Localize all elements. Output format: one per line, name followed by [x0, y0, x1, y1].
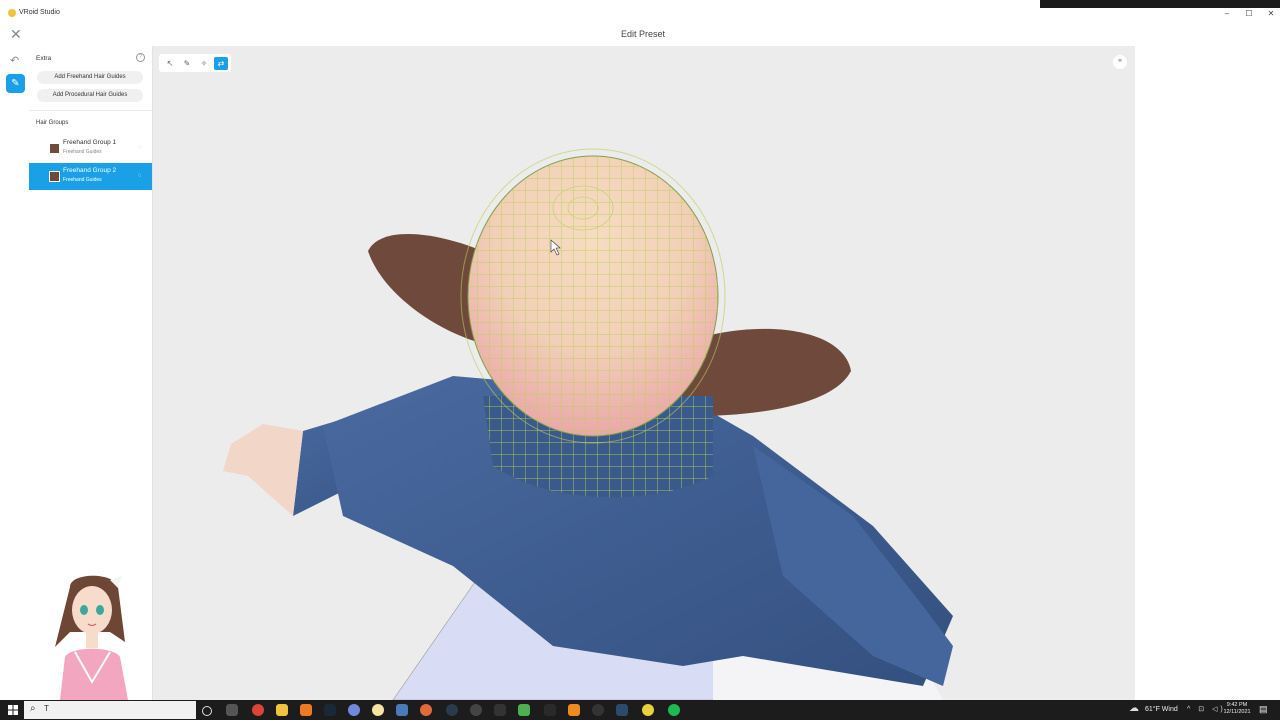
hair-guide-tool-icon[interactable]: ⇄ [214, 57, 228, 70]
weather-icon[interactable]: ☁ [1129, 703, 1139, 714]
help-icon[interactable]: ? [136, 53, 145, 62]
hair-group-name: Freehand Group 1 [63, 139, 117, 146]
app-title: VRoid Studio [19, 9, 60, 16]
hair-groups-label: Hair Groups [36, 120, 69, 126]
clock-date: 12/11/2021 [1223, 709, 1251, 715]
app-icon[interactable] [396, 704, 408, 716]
right-blank-area [1136, 46, 1280, 700]
cortana-icon[interactable] [202, 706, 212, 716]
hair-guide-mode-icon[interactable]: ✎ [6, 74, 25, 93]
search-input[interactable]: T [44, 704, 49, 713]
spotify-icon[interactable] [668, 704, 680, 716]
title-bar-overlay [1040, 0, 1280, 8]
view-toggle-icon[interactable]: ⚭ [1113, 55, 1127, 69]
page-title: Edit Preset [620, 29, 666, 39]
hair-group-item-selected[interactable]: Freehand Group 2 Freehand Guides ◌ [29, 163, 152, 190]
minimize-button[interactable]: – [1220, 9, 1234, 18]
hair-group-name: Freehand Group 2 [63, 167, 117, 174]
task-view-icon[interactable] [226, 704, 238, 716]
undo-icon[interactable]: ↶ [10, 54, 19, 67]
app-icon[interactable] [592, 704, 604, 716]
windows-start-icon[interactable] [8, 705, 18, 715]
select-tool-icon[interactable]: ↖ [163, 57, 177, 70]
system-tray-icons[interactable]: ^ ⊡ ◁) [1187, 705, 1226, 713]
chrome-icon[interactable] [252, 704, 264, 716]
vroid-studio-icon[interactable] [642, 704, 654, 716]
clock[interactable]: 9:42 PM 12/11/2021 [1222, 702, 1252, 716]
search-icon: ⌕ [30, 703, 36, 714]
weather-text[interactable]: 61°F Wind [1145, 706, 1178, 713]
file-explorer-icon[interactable] [276, 704, 288, 716]
visibility-icon[interactable]: ◌ [138, 173, 142, 179]
hair-group-type: Freehand Guides [63, 149, 102, 155]
app-icon[interactable] [446, 704, 458, 716]
extra-section-label: Extra [36, 55, 52, 62]
app-icon[interactable] [372, 704, 384, 716]
steam-icon[interactable] [324, 704, 336, 716]
hair-group-type: Freehand Guides [63, 177, 102, 183]
app-icon[interactable] [300, 704, 312, 716]
hair-color-swatch [49, 171, 60, 182]
character-model [223, 148, 953, 700]
maximize-button[interactable]: ☐ [1242, 9, 1256, 18]
add-procedural-hair-guides-button[interactable]: Add Procedural Hair Guides [37, 89, 143, 102]
visibility-icon[interactable]: ◌ [138, 145, 142, 151]
close-window-button[interactable]: ✕ [1264, 9, 1278, 18]
3d-viewport[interactable] [153, 46, 1135, 700]
hair-group-item[interactable]: Freehand Group 1 Freehand Guides ◌ [29, 135, 152, 162]
pen-tool-icon[interactable]: ✎ [180, 57, 194, 70]
obs-icon[interactable] [470, 704, 482, 716]
taskbar-search-box[interactable] [24, 701, 196, 719]
hair-color-swatch [49, 143, 60, 154]
vlc-icon[interactable] [568, 704, 580, 716]
left-rail [0, 46, 30, 700]
app-icon[interactable] [518, 704, 530, 716]
vroid-icon[interactable] [616, 704, 628, 716]
discord-icon[interactable] [348, 704, 360, 716]
vtuber-avatar-overlay [55, 575, 128, 700]
app-icon[interactable] [544, 704, 556, 716]
app-icon[interactable] [420, 704, 432, 716]
app-logo-icon [8, 9, 16, 17]
eraser-tool-icon[interactable]: ✧ [197, 57, 211, 70]
divider [29, 110, 152, 111]
clock-time: 9:42 PM [1226, 702, 1248, 708]
notification-icon[interactable]: ▤ [1259, 704, 1268, 715]
app-icon[interactable] [494, 704, 506, 716]
close-editor-button[interactable]: ✕ [10, 27, 22, 41]
add-freehand-hair-guides-button[interactable]: Add Freehand Hair Guides [37, 71, 143, 84]
